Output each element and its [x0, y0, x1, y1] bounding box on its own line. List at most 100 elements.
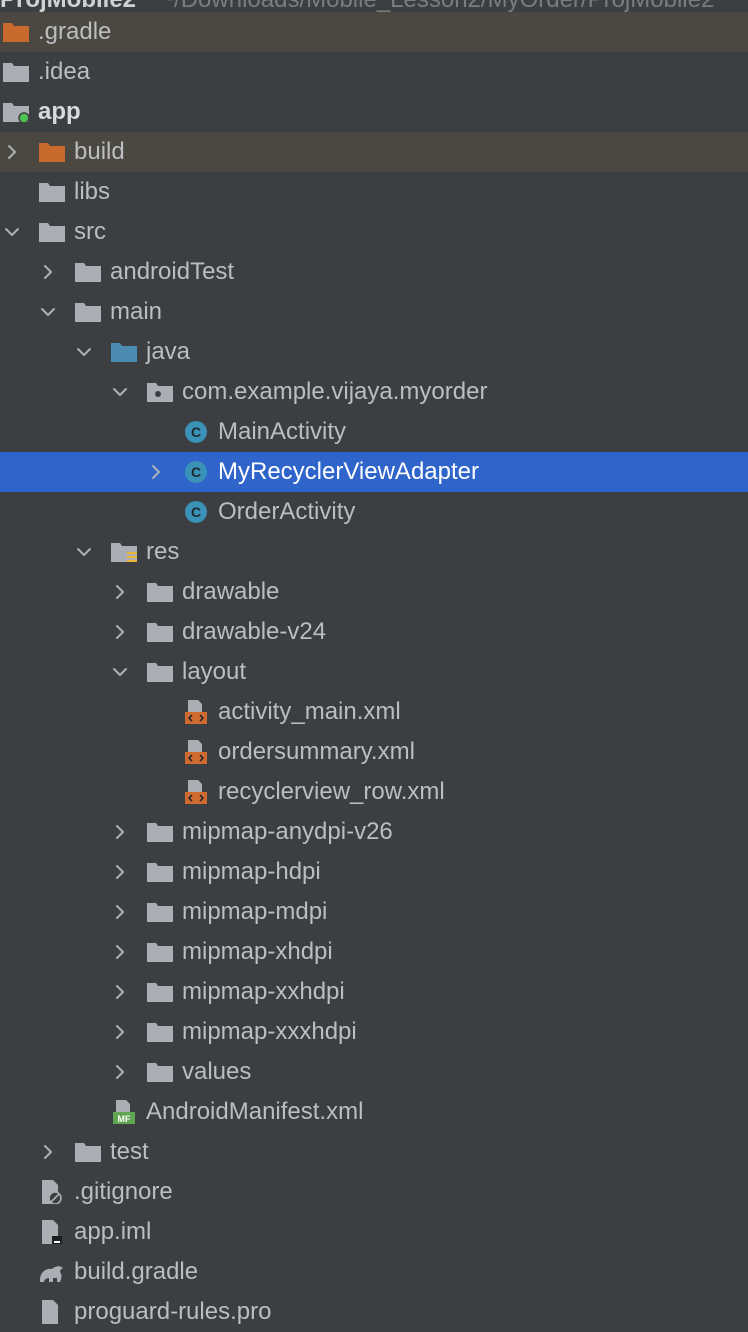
tree-item-label: mipmap-xhdpi	[182, 938, 333, 965]
chevron-down-icon[interactable]	[112, 384, 128, 400]
tree-row[interactable]: mipmap-xxhdpi	[0, 972, 748, 1012]
chevron-down-icon[interactable]	[112, 664, 128, 680]
class-icon: C	[182, 460, 210, 484]
tree-row[interactable]: ordersummary.xml	[0, 732, 748, 772]
tree-item-label: mipmap-anydpi-v26	[182, 818, 393, 845]
tree-item-label: mipmap-xxhdpi	[182, 978, 345, 1005]
module-folder-icon	[2, 100, 30, 124]
tree-row[interactable]: mipmap-mdpi	[0, 892, 748, 932]
xml-file-icon	[182, 740, 210, 764]
chevron-down-icon[interactable]	[4, 224, 20, 240]
tree-row[interactable]: main	[0, 292, 748, 332]
tree-item-label: AndroidManifest.xml	[146, 1098, 364, 1125]
tree-row[interactable]: C OrderActivity	[0, 492, 748, 532]
tree-row[interactable]: build.gradle	[0, 1252, 748, 1292]
svg-text:C: C	[191, 464, 201, 480]
tree-row[interactable]: proguard-rules.pro	[0, 1292, 748, 1332]
tree-item-label: values	[182, 1058, 252, 1085]
project-path-header: ProjMobile2 ~/Downloads/Mobile_Lesson2/My…	[0, 0, 748, 12]
tree-row[interactable]: src	[0, 212, 748, 252]
resource-folder-icon	[110, 540, 138, 564]
chevron-right-icon[interactable]	[112, 624, 128, 640]
chevron-down-icon[interactable]	[76, 344, 92, 360]
folder-icon	[146, 580, 174, 604]
tree-item-label: mipmap-hdpi	[182, 858, 321, 885]
manifest-file-icon: MF	[110, 1100, 138, 1124]
tree-item-label: MainActivity	[218, 418, 347, 445]
package-icon	[146, 380, 174, 404]
folder-icon	[74, 260, 102, 284]
tree-item-label: app.iml	[74, 1218, 152, 1245]
tree-item-label: mipmap-xxxhdpi	[182, 1018, 357, 1045]
tree-row[interactable]: mipmap-anydpi-v26	[0, 812, 748, 852]
chevron-right-icon[interactable]	[40, 1144, 56, 1160]
tree-row[interactable]: com.example.vijaya.myorder	[0, 372, 748, 412]
tree-item-label: androidTest	[110, 258, 235, 285]
tree-row[interactable]: activity_main.xml	[0, 692, 748, 732]
tree-row[interactable]: values	[0, 1052, 748, 1092]
tree-row[interactable]: layout	[0, 652, 748, 692]
chevron-right-icon[interactable]	[40, 264, 56, 280]
tree-item-label: mipmap-mdpi	[182, 898, 328, 925]
folder-excluded-icon	[38, 140, 66, 164]
tree-row[interactable]: mipmap-xxxhdpi	[0, 1012, 748, 1052]
chevron-down-icon[interactable]	[40, 304, 56, 320]
project-path: ~/Downloads/Mobile_Lesson2/MyOrder/ProjM…	[160, 0, 714, 12]
tree-row[interactable]: libs	[0, 172, 748, 212]
tree-row[interactable]: drawable-v24	[0, 612, 748, 652]
tree-item-label: .gradle	[38, 18, 112, 45]
tree-item-label: proguard-rules.pro	[74, 1298, 272, 1325]
tree-item-label: src	[74, 218, 106, 245]
chevron-right-icon[interactable]	[112, 824, 128, 840]
chevron-right-icon[interactable]	[112, 904, 128, 920]
chevron-right-icon[interactable]	[112, 1024, 128, 1040]
folder-icon	[146, 900, 174, 924]
folder-icon	[146, 1060, 174, 1084]
tree-item-label: layout	[182, 658, 247, 685]
tree-row[interactable]: build	[0, 132, 748, 172]
class-icon: C	[182, 500, 210, 524]
tree-item-label: OrderActivity	[218, 498, 356, 525]
chevron-right-icon[interactable]	[112, 1064, 128, 1080]
chevron-right-icon[interactable]	[112, 864, 128, 880]
chevron-right-icon[interactable]	[112, 984, 128, 1000]
tree-row[interactable]: .idea	[0, 52, 748, 92]
xml-file-icon	[182, 700, 210, 724]
tree-row[interactable]: res	[0, 532, 748, 572]
chevron-right-icon[interactable]	[148, 464, 164, 480]
tree-item-label: .gitignore	[74, 1178, 173, 1205]
chevron-right-icon[interactable]	[4, 144, 20, 160]
chevron-down-icon[interactable]	[76, 544, 92, 560]
tree-item-label: build	[74, 138, 125, 165]
tree-row[interactable]: C MainActivity	[0, 412, 748, 452]
tree-row[interactable]: drawable	[0, 572, 748, 612]
chevron-right-icon[interactable]	[112, 584, 128, 600]
tree-row[interactable]: recyclerview_row.xml	[0, 772, 748, 812]
folder-icon	[74, 300, 102, 324]
tree-row[interactable]: app.iml	[0, 1212, 748, 1252]
tree-item-label: com.example.vijaya.myorder	[182, 378, 488, 405]
tree-item-label: drawable	[182, 578, 280, 605]
tree-row[interactable]: mipmap-xhdpi	[0, 932, 748, 972]
tree-item-label: main	[110, 298, 163, 325]
folder-icon	[38, 220, 66, 244]
gradle-file-icon	[38, 1260, 66, 1284]
folder-icon	[74, 1140, 102, 1164]
tree-row[interactable]: test	[0, 1132, 748, 1172]
tree-item-label: build.gradle	[74, 1258, 199, 1285]
tree-row[interactable]: .gradle	[0, 12, 748, 52]
folder-icon	[146, 660, 174, 684]
tree-row[interactable]: mipmap-hdpi	[0, 852, 748, 892]
tree-row[interactable]: .gitignore	[0, 1172, 748, 1212]
tree-item-label: ordersummary.xml	[218, 738, 415, 765]
tree-row[interactable]: MF AndroidManifest.xml	[0, 1092, 748, 1132]
tree-row[interactable]: androidTest	[0, 252, 748, 292]
folder-icon	[146, 820, 174, 844]
tree-item-label: java	[146, 338, 191, 365]
tree-row[interactable]: java	[0, 332, 748, 372]
tree-row[interactable]: C MyRecyclerViewAdapter	[0, 452, 748, 492]
tree-row[interactable]: app	[0, 92, 748, 132]
folder-icon	[146, 1020, 174, 1044]
gitignore-file-icon	[38, 1180, 66, 1204]
chevron-right-icon[interactable]	[112, 944, 128, 960]
